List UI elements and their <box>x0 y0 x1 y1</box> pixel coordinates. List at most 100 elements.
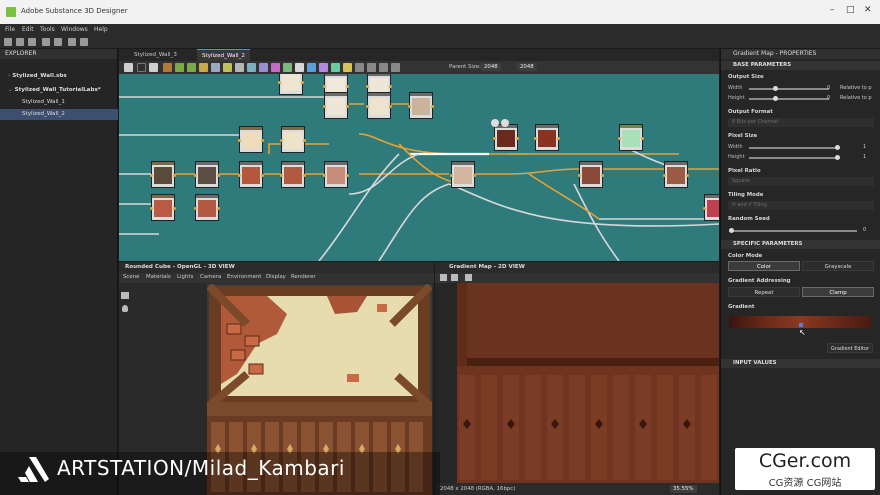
output-height-slider[interactable] <box>749 96 829 101</box>
3d-menu-camera[interactable]: Camera <box>200 274 221 280</box>
color-mode-color-button[interactable]: Color <box>728 261 800 271</box>
node-link-icon[interactable] <box>501 119 509 127</box>
3d-menu-display[interactable]: Display <box>266 274 286 280</box>
output-width-value[interactable]: 0 <box>827 85 830 91</box>
pixel-width-value[interactable]: 1 <box>863 144 866 150</box>
output-format-select[interactable]: 8 Bits per Channel <box>728 118 874 127</box>
graph-node[interactable] <box>150 161 176 188</box>
specific-parameters-header[interactable]: SPECIFIC PARAMETERS <box>721 240 880 249</box>
graph-node[interactable] <box>450 161 476 188</box>
zoom-icon[interactable] <box>391 63 400 72</box>
graph-canvas[interactable] <box>119 74 719 261</box>
new-package-icon[interactable] <box>4 38 12 46</box>
frame-tool-icon[interactable] <box>137 63 146 72</box>
graph-node[interactable] <box>194 161 220 188</box>
input-values-header[interactable]: INPUT VALUES <box>721 359 880 368</box>
graph-node[interactable] <box>323 92 349 119</box>
graph-node[interactable] <box>278 74 304 95</box>
undo-icon[interactable] <box>68 38 76 46</box>
select-tool-icon[interactable] <box>124 63 133 72</box>
gradient-editor-button[interactable]: Gradient Editor <box>827 343 873 353</box>
tab-stylized-wall-2[interactable]: Stylized_Wall_2 <box>197 49 250 61</box>
output-width-mode[interactable]: Relative to p <box>840 85 872 91</box>
atomic-node-icon[interactable] <box>163 63 172 72</box>
graph-node[interactable] <box>663 161 689 188</box>
normal-node-icon[interactable] <box>307 63 316 72</box>
output-size-select[interactable]: 2048 <box>517 63 537 71</box>
fx-map-icon[interactable] <box>331 63 340 72</box>
2d-save-icon[interactable] <box>440 274 447 281</box>
blend-node-icon[interactable] <box>211 63 220 72</box>
explorer-item-package-1[interactable]: › Stylized_Wall.sbs <box>0 71 118 82</box>
3d-menu-environment[interactable]: Environment <box>227 274 261 280</box>
gradient-stop-icon[interactable] <box>799 323 803 327</box>
explorer-item-graph-1[interactable]: Stylized_Wall_1 <box>0 97 118 108</box>
comment-tool-icon[interactable] <box>149 63 158 72</box>
new-graph-icon[interactable] <box>16 38 24 46</box>
transform-node-icon[interactable] <box>235 63 244 72</box>
fit-view-icon[interactable] <box>379 63 388 72</box>
2d-zoom-value[interactable]: 35.55% <box>670 485 697 493</box>
slider-knob[interactable] <box>729 228 734 233</box>
addressing-clamp-button[interactable]: Clamp <box>802 287 874 297</box>
random-seed-slider[interactable] <box>729 228 857 233</box>
output-width-slider[interactable] <box>749 86 829 91</box>
blur-node-icon[interactable] <box>247 63 256 72</box>
save-icon[interactable] <box>54 38 62 46</box>
minimize-button[interactable]: – <box>830 5 835 15</box>
explorer-item-graph-2[interactable]: Stylized_Wall_2 <box>0 109 118 120</box>
2d-export-icon[interactable] <box>451 274 458 281</box>
slider-knob[interactable] <box>835 145 840 150</box>
pixel-processor-icon[interactable] <box>343 63 352 72</box>
gradient-node-icon[interactable] <box>259 63 268 72</box>
graph-node[interactable] <box>150 194 176 221</box>
pixel-ratio-select[interactable]: Square <box>728 177 874 186</box>
levels-node-icon[interactable] <box>223 63 232 72</box>
2d-view-panel[interactable]: Gradient Map - 2D VIEW 2048 x 2048 (RGBA… <box>435 262 719 495</box>
graph-node[interactable] <box>534 124 560 151</box>
addressing-repeat-button[interactable]: Repeat <box>728 287 800 297</box>
camera-icon[interactable] <box>121 292 129 299</box>
filter-node-icon[interactable] <box>175 63 184 72</box>
3d-menu-lights[interactable]: Lights <box>177 274 193 280</box>
height-node-icon[interactable] <box>283 63 292 72</box>
tiling-mode-select[interactable]: H and V Tiling <box>728 201 874 210</box>
open-folder-icon[interactable] <box>42 38 50 46</box>
noise-node-icon[interactable] <box>187 63 196 72</box>
graph-node[interactable] <box>366 92 392 119</box>
close-button[interactable]: ✕ <box>864 5 872 15</box>
graph-node[interactable] <box>578 161 604 188</box>
graph-node[interactable] <box>280 126 306 153</box>
output-height-mode[interactable]: Relative to p <box>840 95 872 101</box>
slider-knob[interactable] <box>835 155 840 160</box>
menu-help[interactable]: Help <box>94 26 108 33</box>
graph-node[interactable] <box>194 194 220 221</box>
graph-node[interactable] <box>238 126 264 153</box>
random-seed-value[interactable]: 0 <box>863 227 866 233</box>
tab-stylized-wall-3[interactable]: Stylized_Wall_3 <box>129 49 182 61</box>
import-icon[interactable] <box>28 38 36 46</box>
base-parameters-header[interactable]: BASE PARAMETERS <box>721 61 880 70</box>
menu-edit[interactable]: Edit <box>22 26 34 33</box>
maximize-button[interactable]: □ <box>846 5 855 15</box>
graph-node[interactable] <box>280 161 306 188</box>
pixel-height-slider[interactable] <box>749 155 840 160</box>
output-node-icon[interactable] <box>319 63 328 72</box>
uniform-color-icon[interactable] <box>295 63 304 72</box>
graph-node[interactable] <box>703 194 719 221</box>
redo-icon[interactable] <box>80 38 88 46</box>
graph-editor[interactable]: Stylized_Wall_3 Stylized_Wall_2 Parent S… <box>119 49 719 261</box>
menu-windows[interactable]: Windows <box>61 26 88 33</box>
3d-menu-scene[interactable]: Scene <box>123 274 139 280</box>
2d-channels-icon[interactable] <box>465 274 472 281</box>
pixel-height-value[interactable]: 1 <box>863 154 866 160</box>
graph-node[interactable] <box>493 124 519 151</box>
warp-node-icon[interactable] <box>271 63 280 72</box>
explorer-item-package-2[interactable]: ⌄ Stylized_Wall_TutorialLabs* <box>0 85 118 96</box>
3d-menu-renderer[interactable]: Renderer <box>291 274 316 280</box>
3d-menu-materials[interactable]: Materials <box>146 274 171 280</box>
slider-knob[interactable] <box>773 86 778 91</box>
menu-tools[interactable]: Tools <box>40 26 55 33</box>
graph-node[interactable] <box>408 92 434 119</box>
graph-node[interactable] <box>618 124 644 151</box>
